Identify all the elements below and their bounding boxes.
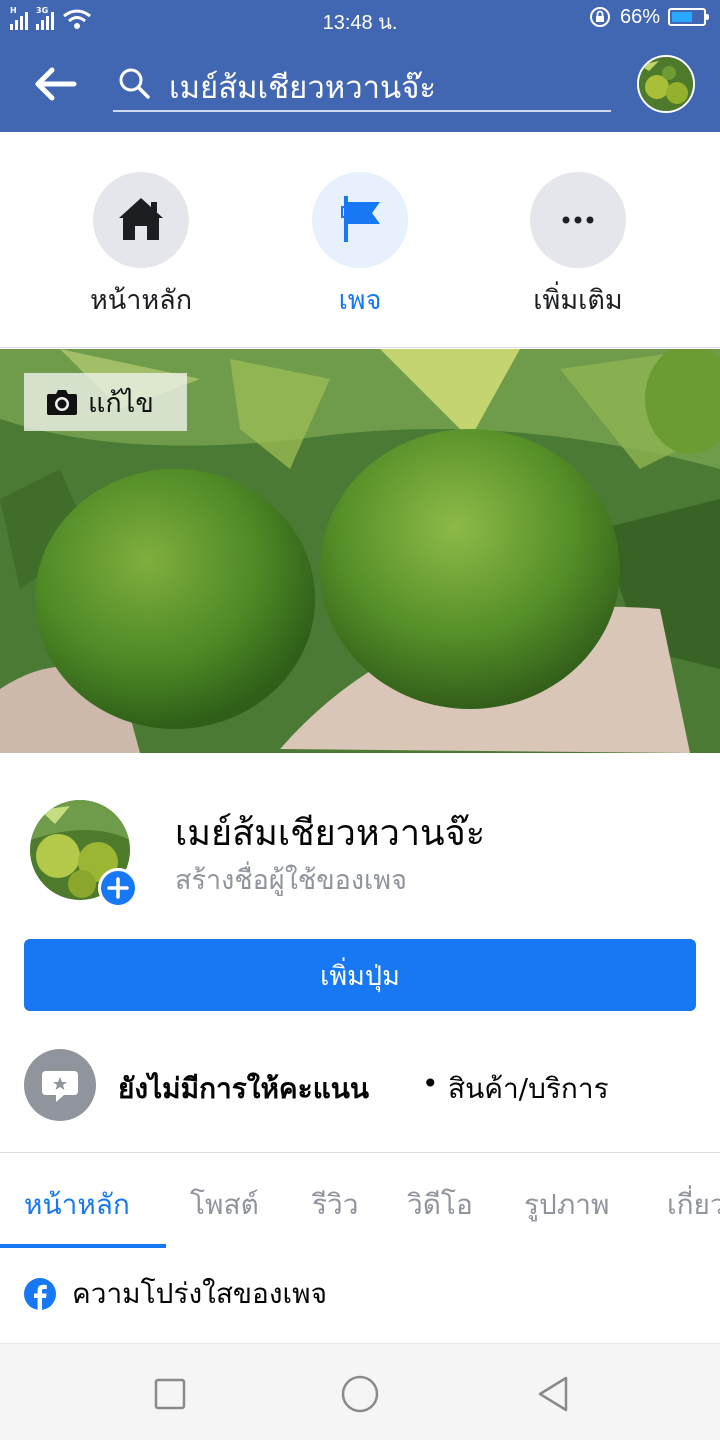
home-icon [119, 198, 163, 240]
mode-page[interactable]: เพจ [260, 172, 460, 321]
system-navigation-bar [0, 1343, 720, 1440]
battery-icon [668, 8, 709, 26]
tab-posts[interactable]: โพสต์ [190, 1183, 259, 1227]
search-icon [119, 68, 150, 99]
battery-percent: 66% [619, 5, 660, 28]
page-avatar-thumbnail[interactable] [637, 55, 695, 113]
tab-photos[interactable]: รูปภาพ [524, 1183, 609, 1227]
home-button-icon[interactable] [340, 1374, 380, 1414]
mode-more-label: เพิ่มเติม [533, 285, 623, 316]
mode-home[interactable]: หน้าหลัก [41, 172, 241, 321]
search-query: เมย์ส้มเชียวหวานจ๊ะ [169, 70, 437, 106]
home-icon-circle [93, 172, 189, 268]
status-right: 66% [588, 5, 709, 29]
flag-icon-circle [312, 172, 408, 268]
tab-about[interactable]: เกี่ยวกับ [667, 1183, 720, 1227]
app-header: เมย์ส้มเชียวหวานจ๊ะ [0, 36, 720, 132]
rating-row: ยังไม่มีการให้คะแนน • สินค้า/บริการ [24, 1049, 704, 1121]
page-tabs: หน้าหลัก โพสต์ รีวิว วิดีโอ รูปภาพ เกี่ย… [0, 1153, 720, 1249]
camera-icon [47, 390, 77, 415]
rating-status: ยังไม่มีการให้คะแนน [118, 1072, 370, 1105]
tab-home[interactable]: หน้าหลัก [24, 1183, 130, 1227]
page-transparency-row[interactable]: ความโปร่งใสของเพจ [24, 1274, 327, 1314]
tab-reviews[interactable]: รีวิว [312, 1183, 358, 1227]
tab-videos[interactable]: วิดีโอ [407, 1183, 473, 1227]
back-arrow-icon[interactable] [34, 64, 78, 104]
plus-icon [107, 877, 129, 899]
edit-cover-label: แก้ไข [88, 387, 154, 419]
cover-photo[interactable]: แก้ไข [0, 349, 720, 753]
transparency-label: ความโปร่งใสของเพจ [72, 1277, 327, 1310]
page-mode-switcher: หน้าหลัก เพจ เพิ่มเติม [0, 132, 720, 348]
add-photo-button[interactable] [98, 868, 138, 908]
more-icon [562, 216, 594, 224]
page-category[interactable]: สินค้า/บริการ [448, 1067, 609, 1111]
edit-cover-button[interactable]: แก้ไข [24, 373, 187, 431]
page-title: เมย์ส้มเชียวหวานจ๊ะ [175, 813, 486, 854]
add-button-cta[interactable]: เพิ่มปุ่ม [24, 939, 696, 1011]
more-icon-circle [530, 172, 626, 268]
back-button-icon[interactable] [534, 1374, 574, 1414]
status-bar: H 3G 13:48 น. 66% [0, 0, 720, 36]
active-tab-indicator [0, 1244, 166, 1248]
mode-page-label: เพจ [338, 285, 382, 316]
search-field[interactable]: เมย์ส้มเชียวหวานจ๊ะ [113, 54, 611, 112]
facebook-icon [24, 1278, 56, 1310]
create-username-link[interactable]: สร้างชื่อผู้ใช้ของเพจ [175, 858, 407, 901]
mode-home-label: หน้าหลัก [89, 285, 193, 316]
review-icon [24, 1049, 96, 1121]
separator-dot: • [422, 1067, 439, 1100]
flag-icon [341, 196, 380, 242]
mode-more[interactable]: เพิ่มเติม [478, 172, 678, 321]
recent-apps-icon[interactable] [150, 1374, 190, 1414]
rotation-lock-icon [589, 7, 610, 27]
